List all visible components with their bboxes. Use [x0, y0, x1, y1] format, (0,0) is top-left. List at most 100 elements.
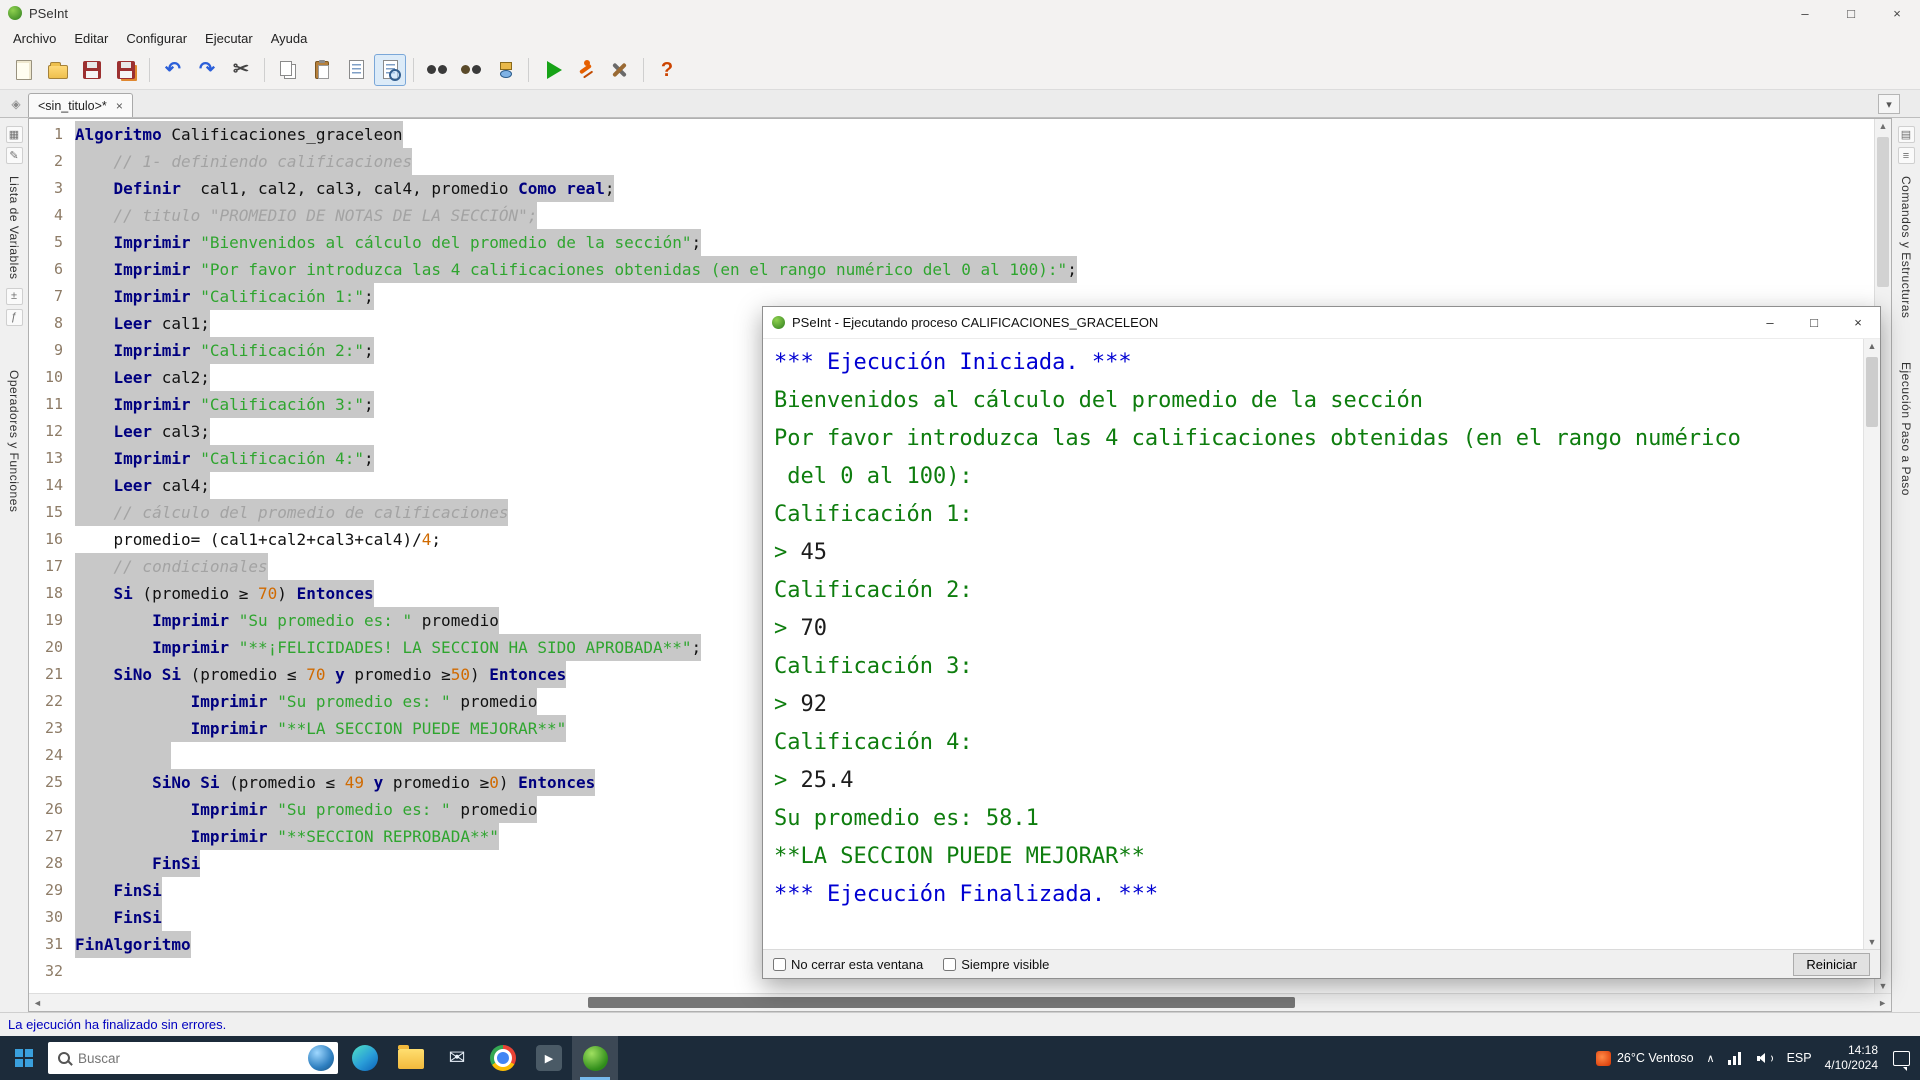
console-output[interactable]: *** Ejecución Iniciada. ***Bienvenidos a… — [763, 339, 1863, 949]
tab-close-icon[interactable]: × — [116, 99, 123, 113]
code-line[interactable]: 2 // 1- definiendo calificaciones — [29, 148, 1874, 175]
save-as-button[interactable] — [110, 54, 142, 86]
hidden-icons-chevron[interactable]: ∧ — [1707, 1052, 1715, 1065]
taskbar-apps: ✉▶ — [342, 1036, 618, 1080]
menu-editar[interactable]: Editar — [65, 28, 117, 49]
console-scroll-thumb[interactable] — [1866, 357, 1878, 427]
panel-tab-operadores-y-funciones[interactable]: Operadores y Funciones — [7, 370, 21, 512]
network-icon[interactable] — [1728, 1052, 1744, 1065]
explorer-taskbar-button[interactable] — [388, 1036, 434, 1080]
taskbar-search[interactable] — [48, 1042, 338, 1074]
start-button[interactable] — [0, 1036, 48, 1080]
menu-configurar[interactable]: Configurar — [117, 28, 196, 49]
syntax-check-button[interactable] — [374, 54, 406, 86]
panel-tab-lista-de-variables[interactable]: Lista de Variables — [7, 176, 21, 280]
tab-list-dropdown[interactable]: ▾ — [1878, 94, 1900, 114]
redo-button[interactable]: ↷ — [191, 54, 223, 86]
tab-sin-titulo[interactable]: <sin_titulo>* × — [28, 93, 133, 117]
help-button[interactable]: ? — [651, 54, 683, 86]
code-line[interactable]: 6 Imprimir "Por favor introduzca las 4 c… — [29, 256, 1874, 283]
no-close-checkbox[interactable]: No cerrar esta ventana — [773, 957, 923, 972]
language-indicator[interactable]: ESP — [1787, 1051, 1812, 1065]
menu-ayuda[interactable]: Ayuda — [262, 28, 317, 49]
weather-widget[interactable]: 26°C Ventoso — [1596, 1051, 1694, 1066]
horizontal-scroll-thumb[interactable] — [588, 997, 1296, 1008]
speaker-icon[interactable] — [1757, 1052, 1774, 1065]
scroll-right-icon[interactable]: ► — [1878, 998, 1887, 1008]
line-number: 21 — [29, 661, 75, 688]
pseint-taskbar-button[interactable] — [572, 1036, 618, 1080]
indent-button[interactable] — [340, 54, 372, 86]
tab-label: <sin_titulo>* — [38, 99, 107, 113]
console-footer: No cerrar esta ventana Siempre visible R… — [763, 949, 1880, 978]
scroll-left-icon[interactable]: ◄ — [33, 998, 42, 1008]
variables-grid-icon[interactable]: ▦ — [6, 126, 23, 143]
no-close-checkbox-input[interactable] — [773, 958, 786, 971]
syntax-check-icon — [383, 60, 398, 79]
console-scrollbar[interactable]: ▲ ▼ — [1863, 339, 1880, 949]
line-content: Imprimir "Calificación 4:"; — [75, 445, 374, 472]
console-close-button[interactable]: × — [1836, 307, 1880, 338]
code-line[interactable]: 3 Definir cal1, cal2, cal3, cal4, promed… — [29, 175, 1874, 202]
clock[interactable]: 14:18 4/10/2024 — [1825, 1043, 1878, 1073]
line-content: Si (promedio ≥ 70) Entonces — [75, 580, 374, 607]
functions-icon[interactable]: ƒ — [6, 309, 23, 326]
line-number: 24 — [29, 742, 75, 769]
line-content: FinSi — [75, 877, 162, 904]
minimize-button[interactable]: – — [1782, 0, 1828, 26]
search-input[interactable] — [78, 1051, 300, 1066]
chrome-taskbar-button[interactable] — [480, 1036, 526, 1080]
search-avatar[interactable] — [308, 1045, 334, 1071]
cut-button[interactable]: ✂ — [225, 54, 257, 86]
replace-button[interactable] — [455, 54, 487, 86]
open-file-button[interactable] — [42, 54, 74, 86]
media-taskbar-button[interactable]: ▶ — [526, 1036, 572, 1080]
new-file-button[interactable] — [8, 54, 40, 86]
editor-horizontal-scrollbar[interactable]: ◄ ► — [29, 993, 1891, 1011]
close-button[interactable]: × — [1874, 0, 1920, 26]
console-scroll-up-icon[interactable]: ▲ — [1868, 341, 1877, 351]
restart-button[interactable]: Reiniciar — [1793, 953, 1870, 976]
always-visible-checkbox[interactable]: Siempre visible — [943, 957, 1049, 972]
scroll-down-icon[interactable]: ▼ — [1879, 981, 1888, 991]
input-prompt: > — [774, 540, 801, 565]
line-number: 20 — [29, 634, 75, 661]
help-icon: ? — [661, 60, 673, 80]
save-file-button[interactable] — [76, 54, 108, 86]
tab-options-icon[interactable]: ◈ — [6, 94, 26, 114]
structures-icon[interactable]: ≡ — [1898, 147, 1915, 164]
console-minimize-button[interactable]: – — [1748, 307, 1792, 338]
run-step-button[interactable] — [570, 54, 602, 86]
run-button[interactable] — [536, 54, 568, 86]
console-line: > 25.4 — [774, 762, 1859, 800]
console-maximize-button[interactable]: □ — [1792, 307, 1836, 338]
flowchart-button[interactable] — [489, 54, 521, 86]
find-button[interactable] — [421, 54, 453, 86]
menu-ejecutar[interactable]: Ejecutar — [196, 28, 262, 49]
operators-icon[interactable]: ± — [6, 288, 23, 305]
commands-icon[interactable]: ▤ — [1898, 126, 1915, 143]
mail-taskbar-button[interactable]: ✉ — [434, 1036, 480, 1080]
system-tray: 26°C Ventoso ∧ ESP 14:18 4/10/2024 — [1596, 1036, 1920, 1080]
always-visible-checkbox-input[interactable] — [943, 958, 956, 971]
vertical-scroll-thumb[interactable] — [1877, 137, 1889, 287]
line-number: 2 — [29, 148, 75, 175]
maximize-button[interactable]: □ — [1828, 0, 1874, 26]
menu-archivo[interactable]: Archivo — [4, 28, 65, 49]
undo-button[interactable]: ↶ — [157, 54, 189, 86]
line-content: Imprimir "Calificación 3:"; — [75, 391, 374, 418]
code-line[interactable]: 5 Imprimir "Bienvenidos al cálculo del p… — [29, 229, 1874, 256]
code-line[interactable]: 4 // titulo "PROMEDIO DE NOTAS DE LA SEC… — [29, 202, 1874, 229]
edge-taskbar-button[interactable] — [342, 1036, 388, 1080]
code-line[interactable]: 1Algoritmo Calificaciones_graceleon — [29, 121, 1874, 148]
pin-icon[interactable]: ✎ — [6, 147, 23, 164]
tools-button[interactable] — [604, 54, 636, 86]
copy-button[interactable] — [272, 54, 304, 86]
paste-button[interactable] — [306, 54, 338, 86]
console-scroll-down-icon[interactable]: ▼ — [1868, 937, 1877, 947]
panel-tab-comandos-y-estructuras[interactable]: Comandos y Estructuras — [1899, 176, 1913, 318]
scroll-up-icon[interactable]: ▲ — [1879, 121, 1888, 131]
action-center-icon[interactable] — [1893, 1051, 1910, 1066]
pseint-window: PSeInt – □ × ArchivoEditarConfigurarEjec… — [0, 0, 1920, 1080]
panel-tab-ejecuci-n-paso-a-paso[interactable]: Ejecución Paso a Paso — [1899, 362, 1913, 496]
